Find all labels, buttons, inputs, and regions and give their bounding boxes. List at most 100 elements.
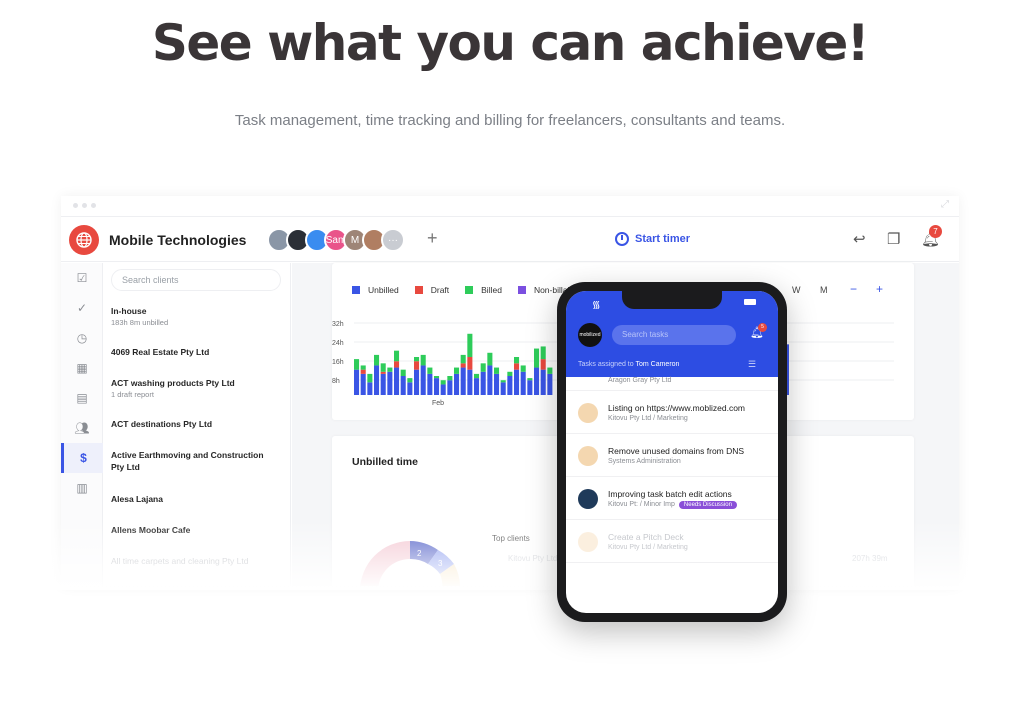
bar-segment <box>467 357 473 370</box>
bar-segment <box>520 365 526 372</box>
task-row[interactable]: Aragon Gray Pty Ltd <box>566 377 778 391</box>
donut-label: 3 <box>438 559 443 568</box>
bar-segment <box>460 354 466 364</box>
bar-segment <box>407 382 413 395</box>
window-bar: ⤢ <box>61 196 959 216</box>
task-row[interactable]: Listing on https://www.moblized.com Kito… <box>566 394 778 434</box>
list-item[interactable]: ACT washing products Pty Ltd 1 draft rep… <box>111 377 283 400</box>
bar-segment <box>367 382 373 395</box>
bar-segment <box>494 373 500 395</box>
bar-segment <box>380 371 386 374</box>
phone-header: ᯾ mobilized Search tasks 🔔︎ 5 Tasks assi… <box>566 291 778 377</box>
stats-icon[interactable]: ▥ <box>61 473 103 503</box>
bar-segment <box>414 369 420 395</box>
bar-segment <box>494 367 500 374</box>
legend-unbilled[interactable]: Unbilled <box>352 285 399 295</box>
reports-icon[interactable]: ▤ <box>61 383 103 413</box>
bar-segment <box>540 346 546 360</box>
task-title: Improving task batch edit actions <box>608 489 732 499</box>
task-row[interactable]: Create a Pitch Deck Kitovu Pty Ltd / Mar… <box>566 523 778 563</box>
bar-segment <box>467 369 473 395</box>
team-avatars[interactable]: Sam M ··· <box>267 228 405 252</box>
bar-segment <box>400 376 406 395</box>
approvals-icon[interactable]: ✓ <box>61 293 103 323</box>
task-sub: Kitovu Pty Ltd / Marketing <box>608 544 688 551</box>
legend-billed[interactable]: Billed <box>465 285 502 295</box>
stopwatch-icon <box>615 232 629 246</box>
zoom-in-button[interactable]: + <box>876 282 883 296</box>
top-client-name[interactable]: Kitovu Pty Ltd <box>508 554 557 563</box>
expand-icon[interactable]: ⤢ <box>941 199 949 210</box>
undo-icon[interactable]: ↩ <box>853 230 866 248</box>
bar-segment <box>480 371 486 395</box>
bar-segment <box>354 369 360 395</box>
bar-segment <box>394 350 400 362</box>
task-search-input[interactable]: Search tasks <box>612 325 736 345</box>
filter-icon[interactable]: ☰ <box>748 359 756 370</box>
start-timer-button[interactable]: Start timer <box>615 232 690 246</box>
bar-segment <box>527 378 533 381</box>
bar-segment <box>374 354 380 366</box>
bar-segment <box>487 352 493 366</box>
zoom-out-button[interactable]: − <box>850 282 857 296</box>
task-title: Listing on https://www.moblized.com <box>608 403 746 413</box>
bar-segment <box>367 373 373 383</box>
list-item[interactable]: Active Earthmoving and Construction Pty … <box>111 449 277 473</box>
bar-segment <box>440 384 446 395</box>
bar-segment <box>527 380 533 395</box>
timer-icon[interactable]: ◷ <box>61 323 103 353</box>
bar-segment <box>460 367 466 395</box>
clients-icon[interactable]: ▦ <box>61 353 103 383</box>
avatar <box>578 489 598 509</box>
client-name: 4069 Real Estate Pty Ltd <box>111 347 210 357</box>
task-row[interactable]: Improving task batch edit actions Kitovu… <box>566 480 778 520</box>
bar-segment <box>447 380 453 395</box>
list-item[interactable]: Allens Moobar Cafe <box>111 524 283 536</box>
y-tick-label: 24h <box>332 340 344 347</box>
list-item[interactable]: Alesa Lajana <box>111 493 283 505</box>
phone-bell-badge: 5 <box>758 323 767 332</box>
list-item[interactable]: 4069 Real Estate Pty Ltd <box>111 346 283 358</box>
avatar <box>578 532 598 552</box>
phone-logo[interactable]: mobilized <box>578 323 602 347</box>
phone-mockup: ᯾ mobilized Search tasks 🔔︎ 5 Tasks assi… <box>557 282 787 622</box>
bar-segment <box>427 373 433 395</box>
bar-segment <box>394 361 400 368</box>
billing-icon[interactable]: $ <box>61 443 103 473</box>
legend-draft[interactable]: Draft <box>414 285 449 295</box>
tasks-icon[interactable]: ☑ <box>61 263 103 293</box>
bookmark-icon[interactable]: ❐ <box>887 230 900 248</box>
bar-segment <box>507 376 513 395</box>
unbilled-donut: 2 3 <box>360 541 461 586</box>
client-name: All time carpets and cleaning Pty Ltd <box>111 556 249 566</box>
bar-segment <box>547 367 553 374</box>
bar-segment <box>374 365 380 395</box>
bar-segment <box>514 363 520 370</box>
range-week[interactable]: W <box>792 285 801 295</box>
add-member-button[interactable]: + <box>427 228 438 249</box>
team-icon[interactable]: 👥︎ <box>61 413 103 443</box>
needs-discussion-tag[interactable]: Needs Discussion <box>678 501 737 509</box>
window-dots <box>73 203 96 208</box>
list-item[interactable]: In-house 183h 8m unbilled <box>111 305 283 328</box>
range-month[interactable]: M <box>820 285 828 295</box>
list-item[interactable]: All time carpets and cleaning Pty Ltd <box>111 555 283 567</box>
list-item[interactable]: ACT destinations Pty Ltd <box>111 418 283 430</box>
globe-logo-icon[interactable] <box>69 225 99 255</box>
bar-segment <box>387 371 393 395</box>
app-window: ⤢ Mobile Technologies Sam M ··· + Start … <box>61 196 959 586</box>
x-tick-label: Feb <box>432 400 444 407</box>
phone-notch <box>622 291 722 309</box>
bar-segment <box>434 376 440 379</box>
task-row[interactable]: Remove unused domains from DNS Systems A… <box>566 437 778 477</box>
company-name[interactable]: Mobile Technologies <box>109 232 246 248</box>
unbilled-time-title: Unbilled time <box>352 456 418 468</box>
task-title: Create a Pitch Deck <box>608 532 684 542</box>
bar-segment <box>460 363 466 368</box>
more-avatars-icon[interactable]: ··· <box>381 228 405 252</box>
client-search-input[interactable]: Search clients <box>111 269 281 291</box>
y-tick-label: 16h <box>332 359 344 366</box>
phone-screen: ᯾ mobilized Search tasks 🔔︎ 5 Tasks assi… <box>566 291 778 613</box>
y-tick-label: 32h <box>332 321 344 328</box>
task-title: Remove unused domains from DNS <box>608 446 745 456</box>
